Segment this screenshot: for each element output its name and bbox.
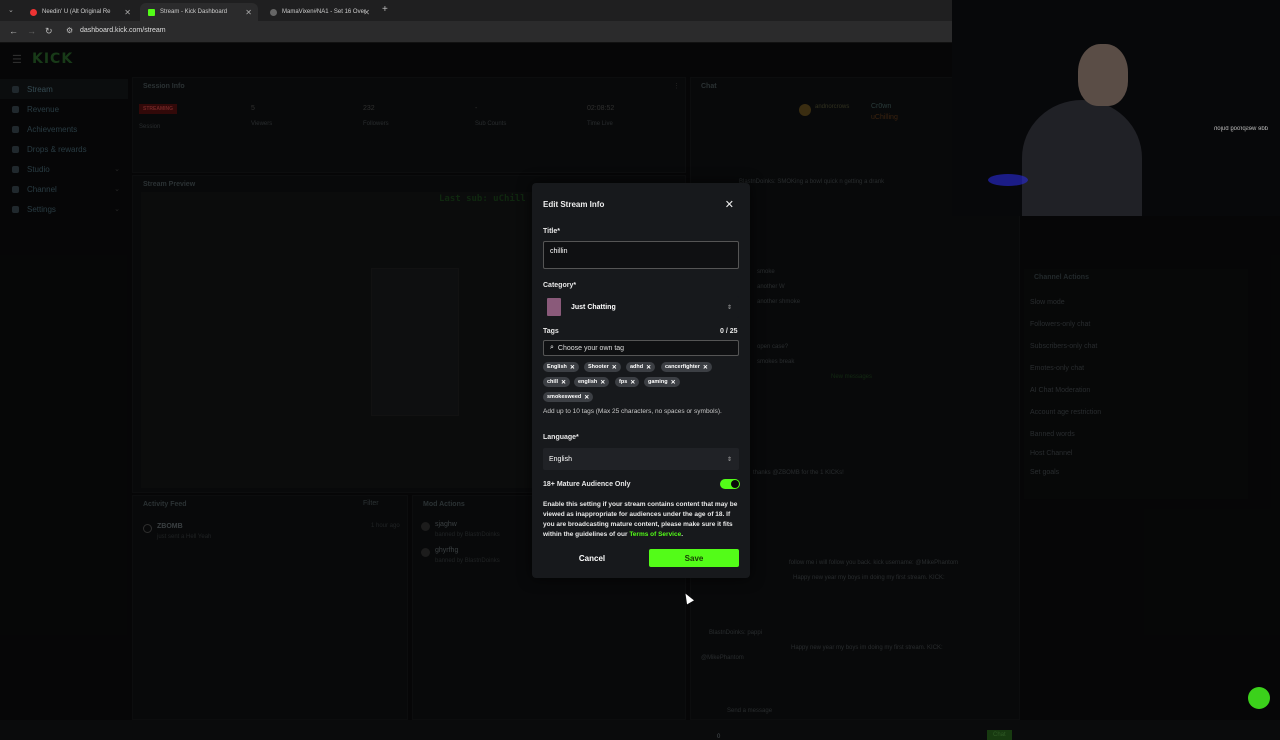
tag-chip[interactable]: English ✕ <box>543 362 579 372</box>
tag-search-input[interactable]: ⌕ Choose your own tag <box>543 340 739 356</box>
terms-of-service-link[interactable]: Terms of Service <box>629 531 681 538</box>
cancel-button[interactable]: Cancel <box>546 549 638 567</box>
title-input[interactable]: chillin <box>543 241 739 269</box>
remove-tag-icon[interactable]: ✕ <box>671 379 676 386</box>
category-thumbnail <box>547 298 561 316</box>
webcam-light <box>988 174 1028 186</box>
tag-search-placeholder: Choose your own tag <box>557 344 625 352</box>
close-icon[interactable]: ✕ <box>124 8 131 17</box>
tag-label: English <box>547 364 567 370</box>
new-tab-icon[interactable]: + <box>382 4 388 15</box>
tag-chip[interactable]: adhd ✕ <box>626 362 656 372</box>
remove-tag-icon[interactable]: ✕ <box>646 364 651 371</box>
mature-label: 18+ Mature Audience Only <box>543 481 631 488</box>
site-info-icon[interactable]: ⚙ <box>66 26 73 35</box>
close-icon[interactable]: ✕ <box>725 198 734 211</box>
chat-send-button[interactable]: Chat <box>987 730 1012 740</box>
chevron-updown-icon: ⇕ <box>726 304 732 311</box>
remove-tag-icon[interactable]: ✕ <box>570 364 575 371</box>
tab-label: MamaVixen#NA1 - Set 16 Over <box>282 9 366 15</box>
category-value: Just Chatting <box>571 303 616 311</box>
tag-chip[interactable]: fps ✕ <box>615 377 640 387</box>
remove-tag-icon[interactable]: ✕ <box>630 379 635 386</box>
tag-label: chill <box>547 379 559 385</box>
search-icon: ⌕ <box>550 344 554 351</box>
tab-music[interactable]: Needin' U (Alt Original Re ✕ <box>22 3 137 21</box>
tag-label: cancerfighter <box>665 364 700 370</box>
tab-label: Stream - Kick Dashboard <box>160 9 228 15</box>
remove-tag-icon[interactable]: ✕ <box>584 394 589 401</box>
tab-label: Needin' U (Alt Original Re <box>42 9 111 15</box>
edit-stream-info-modal: Edit Stream Info ✕ Title* chillin Catego… <box>532 183 750 578</box>
mature-help-end: . <box>681 531 684 538</box>
remove-tag-icon[interactable]: ✕ <box>703 364 708 371</box>
tag-label: Shooter <box>588 364 609 370</box>
forward-icon[interactable]: → <box>27 26 36 36</box>
category-select[interactable]: Just Chatting ⇕ <box>543 296 739 318</box>
tags-help-text: Add up to 10 tags (Max 25 characters, no… <box>543 408 722 415</box>
chat-count: 0 <box>717 734 721 740</box>
tab-list-icon[interactable]: ⌄ <box>8 6 14 14</box>
url-input[interactable]: dashboard.kick.com/stream <box>80 27 166 34</box>
mature-help-text: Enable this setting if your stream conta… <box>543 500 743 540</box>
tag-label: english <box>578 379 598 385</box>
tag-chip[interactable]: english ✕ <box>574 377 610 387</box>
tag-label: smokesweed <box>547 394 582 400</box>
tab-mamavixen[interactable]: MamaVixen#NA1 - Set 16 Over ✕ <box>262 3 376 21</box>
language-value: English <box>549 455 572 463</box>
webcam-person-body <box>1022 100 1142 216</box>
tag-label: gaming <box>648 379 668 385</box>
support-chat-icon[interactable] <box>1248 687 1270 709</box>
language-select[interactable]: English ⇕ <box>543 448 739 470</box>
toggle-knob <box>731 480 739 488</box>
webcam-mirrored-text: dde wesproog bujon <box>1213 126 1268 132</box>
remove-tag-icon[interactable]: ✕ <box>612 364 617 371</box>
webcam-person-head <box>1078 44 1128 106</box>
save-button[interactable]: Save <box>649 549 739 567</box>
modal-title: Edit Stream Info <box>543 200 605 209</box>
youtube-icon <box>30 8 37 16</box>
tags-count: 0 / 25 <box>720 328 738 335</box>
tab-kick-dashboard[interactable]: Stream - Kick Dashboard ✕ <box>140 3 258 21</box>
mature-toggle[interactable] <box>720 479 740 489</box>
tag-chip[interactable]: cancerfighter ✕ <box>661 362 712 372</box>
remove-tag-icon[interactable]: ✕ <box>561 379 566 386</box>
tag-chip[interactable]: chill ✕ <box>543 377 571 387</box>
address-bar-row: ← → ↻ ⚙ dashboard.kick.com/stream <box>0 21 952 43</box>
close-icon[interactable]: ✕ <box>363 8 370 17</box>
close-icon[interactable]: ✕ <box>245 8 252 17</box>
language-label: Language* <box>543 434 579 441</box>
tag-chip[interactable]: gaming ✕ <box>644 377 680 387</box>
tag-label: adhd <box>630 364 644 370</box>
back-icon[interactable]: ← <box>9 26 18 36</box>
category-label: Category* <box>543 282 577 289</box>
tag-chip[interactable]: smokesweed ✕ <box>543 392 594 402</box>
tags-label: Tags <box>543 328 559 335</box>
webcam-overlay: dde wesproog bujon <box>952 0 1280 216</box>
tag-label: fps <box>619 379 628 385</box>
remove-tag-icon[interactable]: ✕ <box>600 379 605 386</box>
chevron-updown-icon: ⇕ <box>726 456 732 463</box>
page-icon <box>270 8 277 16</box>
title-label: Title* <box>543 228 560 235</box>
kick-icon <box>148 8 155 16</box>
reload-icon[interactable]: ↻ <box>45 26 53 37</box>
tag-chip[interactable]: Shooter ✕ <box>584 362 621 372</box>
browser-tab-bar: ⌄ Needin' U (Alt Original Re ✕ Stream - … <box>0 0 952 21</box>
